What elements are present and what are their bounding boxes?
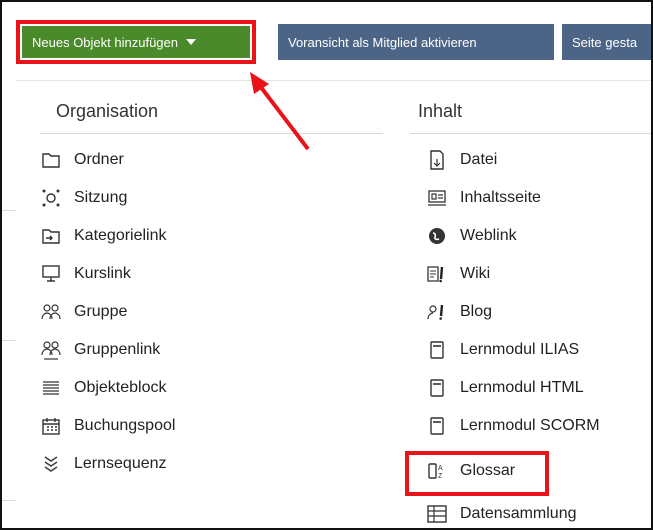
screenshot-frame: Neues Objekt hinzufügen Voransicht als M… [0, 0, 653, 530]
annotation-arrow [250, 72, 310, 151]
